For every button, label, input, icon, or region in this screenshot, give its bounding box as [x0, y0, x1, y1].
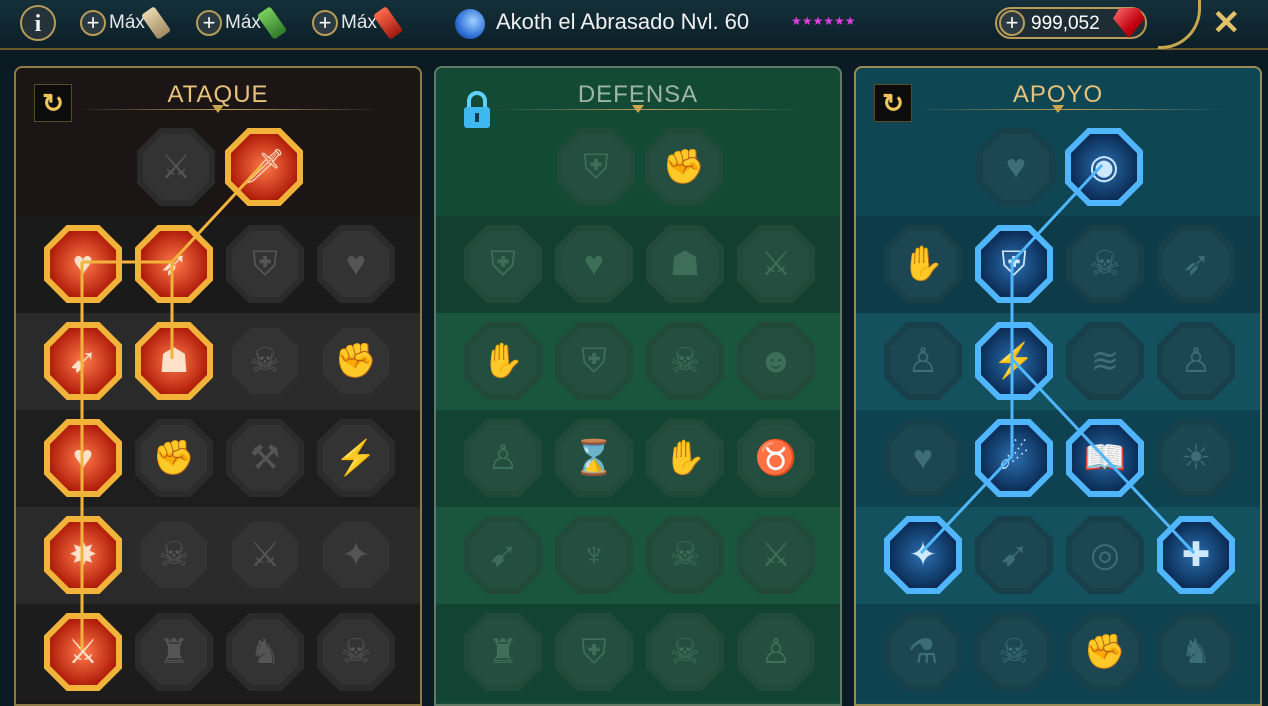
top-bar: i + Máx + Máx + Máx Akoth el Abrasado Nv… [0, 0, 1268, 50]
mastery-node[interactable]: ✊ [135, 419, 213, 497]
mastery-node[interactable]: ♉ [737, 419, 815, 497]
mastery-node[interactable]: ✦ [317, 516, 395, 594]
mastery-node[interactable]: ☠ [646, 322, 724, 400]
close-button[interactable]: ✕ [1212, 3, 1241, 43]
mastery-node[interactable]: ⚔ [226, 516, 304, 594]
mastery-node[interactable]: ✊ [645, 128, 723, 206]
support-title: APOYO [1012, 81, 1104, 108]
mastery-node-active[interactable]: ♥ [44, 419, 122, 497]
mastery-node[interactable]: ➹ [464, 516, 542, 594]
mastery-node[interactable]: ♥ [977, 128, 1055, 206]
mastery-node[interactable]: ⚗ [884, 613, 962, 691]
mastery-node-active[interactable]: ✸ [44, 516, 122, 594]
mastery-node-active[interactable]: ⚔ [44, 613, 122, 691]
attack-panel: ↻ ATAQUE ⚔ 🗡 ♥ ➶ ⛨ ♥ ➹ ☗ ☠ ✊ ♥ ✊ ⚒ ⚡ ✸ ☠… [14, 66, 422, 706]
mastery-node[interactable]: ◎ [1066, 516, 1144, 594]
mastery-node-active[interactable]: ♥ [44, 225, 122, 303]
mastery-node[interactable]: ♆ [555, 516, 633, 594]
mastery-node-active[interactable]: ✚ [1157, 516, 1235, 594]
mastery-node-active[interactable]: 📖 [1066, 419, 1144, 497]
max-label: Máx [109, 12, 145, 33]
mastery-node[interactable]: ♥ [317, 225, 395, 303]
mastery-node[interactable]: ⚔ [137, 128, 215, 206]
affinity-icon [455, 9, 485, 39]
hero-stars: ★★★★★★ [791, 14, 856, 28]
mastery-node[interactable]: ➶ [1157, 225, 1235, 303]
mastery-node[interactable]: ✋ [884, 225, 962, 303]
mastery-node-active[interactable]: ⛨ [975, 225, 1053, 303]
mastery-node-active[interactable]: ➶ [135, 225, 213, 303]
mastery-node[interactable]: ☠ [646, 613, 724, 691]
mastery-node-active[interactable]: ⚡ [975, 322, 1053, 400]
mastery-node[interactable]: ☗ [646, 225, 724, 303]
mastery-node[interactable]: ✊ [317, 322, 395, 400]
scroll-icon [140, 6, 172, 40]
mastery-node[interactable]: ⌛ [555, 419, 633, 497]
mastery-node[interactable]: ⛨ [226, 225, 304, 303]
defense-title: DEFENSA [577, 81, 699, 108]
mastery-node[interactable]: ⚒ [226, 419, 304, 497]
scroll-icon [256, 6, 288, 40]
mastery-node[interactable]: ☠ [975, 613, 1053, 691]
mastery-node[interactable]: ☻ [737, 322, 815, 400]
mastery-node[interactable]: ☠ [1066, 225, 1144, 303]
mastery-node[interactable]: ♥ [884, 419, 962, 497]
mastery-node[interactable]: ♜ [464, 613, 542, 691]
mastery-node[interactable]: ♞ [226, 613, 304, 691]
mastery-node[interactable]: ♙ [737, 613, 815, 691]
mastery-node[interactable]: ♞ [1157, 613, 1235, 691]
mastery-node[interactable]: ⚡ [317, 419, 395, 497]
mastery-node[interactable]: ✊ [1066, 613, 1144, 691]
mastery-node-active[interactable]: ☗ [135, 322, 213, 400]
mastery-node[interactable]: ♙ [1157, 322, 1235, 400]
plus-icon: + [999, 10, 1025, 36]
plus-icon: + [80, 10, 106, 36]
scroll-icon [372, 6, 404, 40]
max-label: Máx [341, 12, 377, 33]
mastery-node[interactable]: ✋ [646, 419, 724, 497]
info-button[interactable]: i [20, 5, 56, 41]
mastery-node[interactable]: ☠ [646, 516, 724, 594]
max-label: Máx [225, 12, 261, 33]
mastery-node[interactable]: ♙ [884, 322, 962, 400]
mastery-node[interactable]: ➹ [975, 516, 1053, 594]
mastery-node[interactable]: ⛨ [464, 225, 542, 303]
plus-icon: + [196, 10, 222, 36]
max-scroll-1-button[interactable]: + Máx [80, 6, 172, 40]
mastery-node-active[interactable]: ◉ [1065, 128, 1143, 206]
hero-name: Akoth el Abrasado Nvl. 60 [496, 9, 750, 34]
mastery-node[interactable]: ✋ [464, 322, 542, 400]
mastery-node[interactable]: ☠ [135, 516, 213, 594]
corner-ornament [1158, 0, 1201, 49]
mastery-node-active[interactable]: ✦ [884, 516, 962, 594]
mastery-node[interactable]: ⛨ [555, 322, 633, 400]
mastery-node[interactable]: ♙ [464, 419, 542, 497]
mastery-node-active[interactable]: ➹ [44, 322, 122, 400]
mastery-node-active[interactable]: 🗡 [225, 128, 303, 206]
max-scroll-2-button[interactable]: + Máx [196, 6, 288, 40]
mastery-node[interactable]: ⚔ [737, 225, 815, 303]
mastery-node[interactable]: ☠ [226, 322, 304, 400]
mastery-node[interactable]: ⛨ [557, 128, 635, 206]
gems-value: 999,052 [1031, 13, 1100, 34]
defense-panel: DEFENSA ⛨ ✊ ⛨ ♥ ☗ ⚔ ✋ ⛨ ☠ ☻ ♙ ⌛ ✋ ♉ ➹ ♆ … [434, 66, 842, 706]
plus-icon: + [312, 10, 338, 36]
mastery-node[interactable]: ⛨ [555, 613, 633, 691]
mastery-node[interactable]: ♥ [555, 225, 633, 303]
mastery-node[interactable]: ☀ [1157, 419, 1235, 497]
max-scroll-3-button[interactable]: + Máx [312, 6, 404, 40]
mastery-node[interactable]: ☠ [317, 613, 395, 691]
support-panel: ↻ APOYO ♥ ◉ ✋ ⛨ ☠ ➶ ♙ ⚡ ≋ ♙ ♥ ☄ 📖 ☀ ✦ ➹ … [854, 66, 1262, 706]
mastery-node[interactable]: ≋ [1066, 322, 1144, 400]
mastery-node[interactable]: ♜ [135, 613, 213, 691]
mastery-node[interactable]: ⚔ [737, 516, 815, 594]
mastery-node-active[interactable]: ☄ [975, 419, 1053, 497]
attack-title: ATAQUE [167, 81, 269, 108]
